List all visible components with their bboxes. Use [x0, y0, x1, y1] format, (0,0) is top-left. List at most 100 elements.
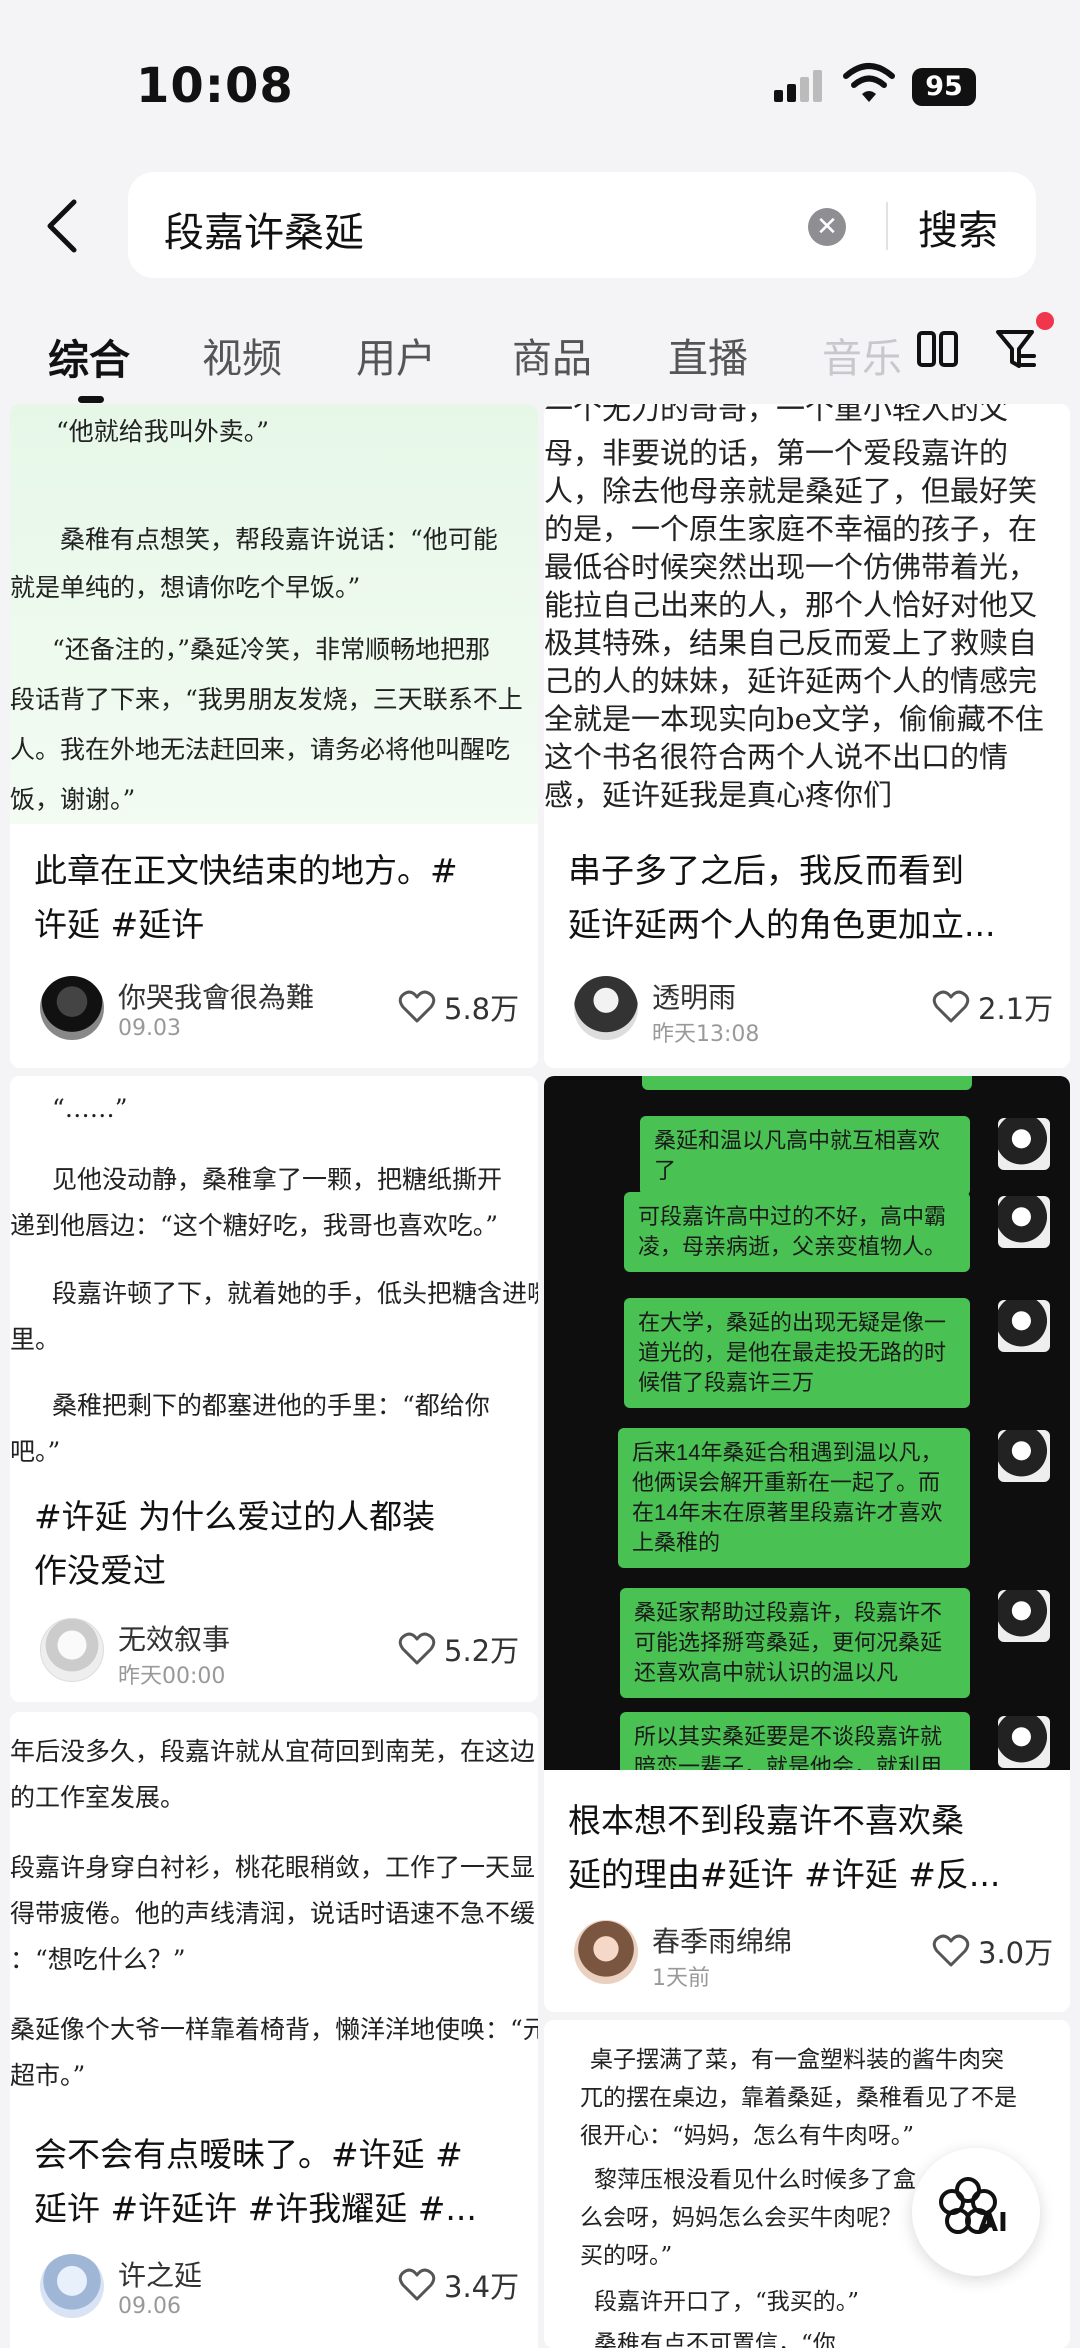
card-author-row: 无效叙事 昨天00:00 5.2万: [28, 1616, 538, 1689]
caption-line: 作没爱过: [34, 1551, 166, 1590]
like-count: 3.4万: [444, 2270, 520, 2304]
cover-text-line: 年后没多久，段嘉许就从宜荷回到南芜，在这边: [10, 1737, 536, 1766]
avatar[interactable]: [40, 976, 104, 1040]
cover-text-line: 的是，一个原生家庭不幸福的孩子，在: [544, 512, 1038, 546]
author-name[interactable]: 你哭我會很為難: [118, 976, 314, 1016]
result-card[interactable]: 一个无力的哥哥，一个重小轻人的父 母，非要说的话，第一个爱段嘉许的 人，除去他母…: [544, 404, 1070, 1068]
result-card[interactable]: 桑延和温以凡高中就互相喜欢了 可段嘉许高中过的不好，高中霸凌，母亲病逝，父亲变植…: [544, 1076, 1070, 2012]
cover-text-line: “还备注的，”桑延冷笑，非常顺畅地把那: [52, 635, 491, 664]
cover-text-line: 里。: [10, 1325, 61, 1354]
cover-text-line: 兀的摆在桌边，靠着桑延，桑稚看见了不是: [580, 2085, 1017, 2111]
cover-text-line: 一个无力的哥哥，一个重小轻人的父: [544, 404, 1009, 426]
cover-text-line: “他就给我叫外卖。”: [56, 417, 270, 446]
cover-text-line: 感，延许延我是真心疼你们: [544, 778, 893, 812]
tab-users[interactable]: 用户: [356, 326, 436, 384]
search-button[interactable]: 搜索: [918, 198, 998, 256]
heart-icon[interactable]: [932, 990, 970, 1024]
layout-toggle-icon[interactable]: [916, 328, 960, 372]
author-name[interactable]: 许之延: [118, 2254, 202, 2294]
like-count: 3.0万: [978, 1936, 1054, 1970]
cover-text-line: 桑稚有点想笑，帮段嘉许说话：“他可能: [60, 525, 498, 554]
cover-text-line: 递到他唇边：“这个糖好吃，我哥也喜欢吃。”: [10, 1211, 499, 1240]
avatar[interactable]: [574, 976, 638, 1040]
card-caption: 此章在正文快结束的地方。# 许延 #延许: [34, 844, 524, 952]
cover-text-line: 超市。”: [10, 2061, 86, 2090]
result-card[interactable]: “……” 见他没动静，桑稚拿了一颗，把糖纸撕开 递到他唇边：“这个糖好吃，我哥也…: [10, 1076, 538, 1702]
caption-line: 许延 #延许: [34, 905, 205, 944]
chat-avatar: [998, 1430, 1050, 1482]
card-author-row: 透明雨 昨天13:08 2.1万: [562, 974, 1070, 1047]
author-name[interactable]: 透明雨: [652, 976, 736, 1016]
cover-text-line: 能拉自己出来的人，那个人恰好对他又: [544, 588, 1038, 622]
card-caption: 会不会有点暧昧了。#许延 # 延许 #许延许 #许我耀延 #...: [34, 2128, 524, 2236]
cover-text-line: 段嘉许开口了，“我买的。”: [594, 2289, 860, 2315]
cover-text-line: 人，除去他母亲就是桑延了，但最好笑: [544, 474, 1038, 508]
tab-live[interactable]: 直播: [668, 326, 748, 384]
tab-video[interactable]: 视频: [202, 326, 282, 384]
cover-text-line: 最低谷时候突然出现一个仿佛带着光，: [544, 550, 1038, 584]
cover-text-line: 桌子摆满了菜，有一盒塑料装的酱牛肉突: [590, 2047, 1004, 2073]
clear-icon[interactable]: ✕: [808, 208, 846, 246]
caption-line: 会不会有点暧昧了。#许延 #: [34, 2135, 463, 2174]
cover-text-line: 么会呀，妈妈怎么会买牛肉呢？: [580, 2205, 902, 2231]
avatar[interactable]: [574, 1920, 638, 1984]
result-card[interactable]: 年后没多久，段嘉许就从宜荷回到南芜，在这边 的工作室发展。 段嘉许身穿白衬衫，桃…: [10, 1712, 538, 2348]
search-query-text: 段嘉许桑延: [164, 210, 364, 256]
card-cover-text-image: 一个无力的哥哥，一个重小轻人的父 母，非要说的话，第一个爱段嘉许的 人，除去他母…: [544, 404, 1070, 818]
heart-icon[interactable]: [398, 990, 436, 1024]
card-author-row: 你哭我會很為難 09.03 5.8万: [28, 974, 538, 1044]
cover-text-line: 母，非要说的话，第一个爱段嘉许的: [544, 436, 1009, 470]
heart-icon[interactable]: [398, 2268, 436, 2302]
chat-bubble: 桑延和温以凡高中就互相喜欢了: [640, 1116, 970, 1196]
chat-bubble: 在大学，桑延的出现无疑是像一道光的，是他在最走投无路的时候借了段嘉许三万: [624, 1298, 970, 1408]
avatar[interactable]: [40, 1618, 104, 1682]
back-arrow-icon[interactable]: [42, 196, 82, 256]
avatar[interactable]: [40, 2254, 104, 2318]
card-author-row: 春季雨绵绵 1天前 3.0万: [562, 1918, 1070, 1991]
chat-bubble: 桑延家帮助过段嘉许，段嘉许不可能选择掰弯桑延，更何况桑延还喜欢高中就认识的温以凡: [620, 1588, 970, 1698]
card-caption: 串子多了之后，我反而看到 延许延两个人的角色更加立...: [568, 844, 1058, 952]
chat-avatar: [998, 1590, 1050, 1642]
cover-text-line: 桑稚把剩下的都塞进他的手里：“都给你: [52, 1391, 490, 1420]
ai-assistant-button[interactable]: AI: [912, 2148, 1040, 2276]
post-date: 09.06: [118, 2294, 181, 2319]
like-count: 5.8万: [444, 992, 520, 1026]
author-name[interactable]: 春季雨绵绵: [652, 1920, 792, 1960]
cover-text-line: 桑延像个大爷一样靠着椅背，懒洋洋地使唤：“元: [10, 2015, 538, 2044]
chat-bubble: 后来14年桑延合租遇到温以凡，他俩误会解开重新在一起了。而在14年末在原著里段嘉…: [618, 1428, 970, 1568]
caption-line: 延的理由#延许 #许延 #反...: [568, 1855, 1001, 1894]
chat-avatar: [998, 1716, 1050, 1768]
status-bar: 10:08 95: [0, 0, 1080, 160]
chat-bubble: 所以其实桑延要是不谈段嘉许就暗恋一辈子，就是他会，就利用桑: [620, 1712, 970, 1770]
cover-text-line: 段嘉许顿了下，就着她的手，低头把糖含进嘴: [52, 1279, 538, 1308]
cover-text-line: 这个书名很符合两个人说不出口的情: [544, 740, 1009, 774]
caption-line: 此章在正文快结束的地方。#: [34, 851, 458, 890]
cover-text-line: 就是单纯的，想请你吃个早饭。”: [10, 573, 361, 602]
tab-all[interactable]: 综合: [48, 326, 130, 386]
card-cover-text-image: “他就给我叫外卖。” 桑稚有点想笑，帮段嘉许说话：“他可能 就是单纯的，想请你吃…: [10, 404, 538, 824]
cover-text-line: 得带疲倦。他的声线清润，说话时语速不急不缓: [10, 1899, 536, 1928]
like-count: 2.1万: [978, 992, 1054, 1026]
cover-text-line: 饭，谢谢。”: [10, 785, 136, 814]
heart-icon[interactable]: [932, 1934, 970, 1968]
card-cover-text-image: 年后没多久，段嘉许就从宜荷回到南芜，在这边 的工作室发展。 段嘉许身穿白衬衫，桃…: [10, 1712, 538, 2108]
chat-avatar: [998, 1196, 1050, 1248]
status-time: 10:08: [136, 58, 294, 114]
result-card[interactable]: “他就给我叫外卖。” 桑稚有点想笑，帮段嘉许说话：“他可能 就是单纯的，想请你吃…: [10, 404, 538, 1068]
cover-text-line: 段嘉许身穿白衬衫，桃花眼稍敛，工作了一天显: [10, 1853, 536, 1882]
cover-text-line: 吧。”: [10, 1437, 61, 1466]
cover-text-line: ：“想吃什么？”: [10, 1945, 186, 1974]
tab-music[interactable]: 音乐: [822, 326, 902, 384]
wifi-icon: [843, 63, 895, 102]
cover-text-line: 己的人的妹妹，延许延两个人的情感完: [544, 664, 1038, 698]
filter-icon[interactable]: [994, 326, 1038, 374]
author-name[interactable]: 无效叙事: [118, 1618, 230, 1658]
post-date: 1天前: [652, 1966, 710, 1991]
cellular-signal-icon: [774, 70, 822, 102]
chat-avatar: [998, 1300, 1050, 1352]
search-input[interactable]: 段嘉许桑延 ✕ 搜索: [128, 172, 1036, 278]
heart-icon[interactable]: [398, 1632, 436, 1666]
tab-products[interactable]: 商品: [512, 326, 592, 384]
search-divider: [886, 202, 888, 250]
cover-text-line: 黎萍压根没看见什么时候多了盒: [594, 2167, 916, 2193]
